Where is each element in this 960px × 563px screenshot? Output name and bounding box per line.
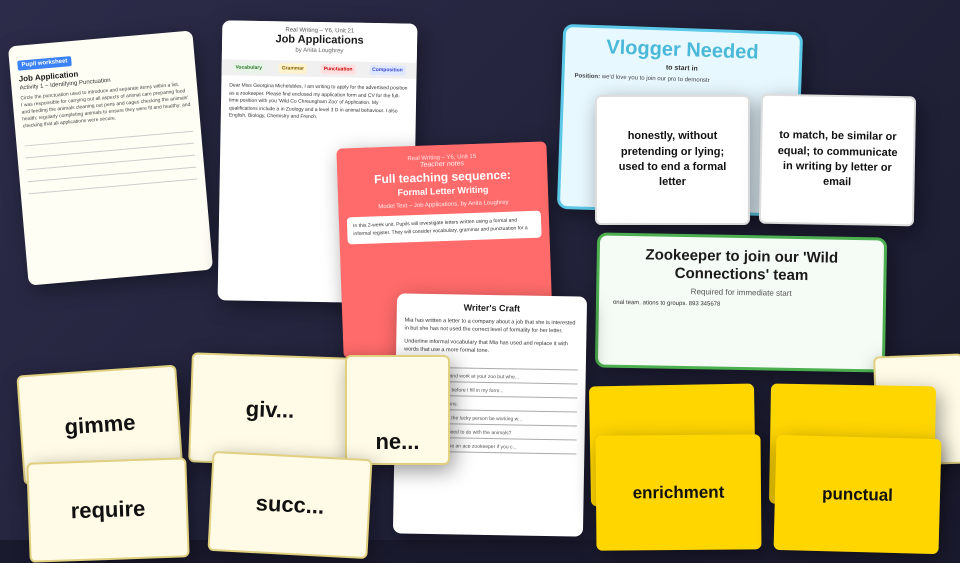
gimme-text: gimme — [64, 410, 137, 441]
card-enrichment[interactable]: enrichment — [596, 434, 762, 550]
card-ne[interactable]: ne... — [345, 355, 450, 465]
zookeeper-title: Zookeeper to join our 'Wild Connections'… — [613, 246, 870, 286]
wc-intro: Mia has written a letter to a company ab… — [404, 316, 578, 336]
tn-body: In this 2-week unit, Pupils will investi… — [347, 211, 542, 245]
card-give[interactable]: giv... — [188, 352, 352, 468]
card-worksheet[interactable]: Pupil worksheet Job Application Activity… — [8, 30, 213, 285]
scene: Pupil worksheet Job Application Activity… — [0, 0, 960, 540]
rw-tab-vocabulary[interactable]: Vocabulary — [232, 63, 265, 74]
card-succ[interactable]: succ... — [207, 451, 372, 559]
wc-instruction: Underline informal vocabulary that Mia h… — [404, 337, 578, 357]
zookeeper-body: onal team. ations to groups. 893 345678 — [613, 299, 869, 312]
succ-text: succ... — [255, 490, 325, 520]
card-honestly[interactable]: honestly, without pretending or lying; u… — [595, 95, 750, 225]
tn-header: Real Writing – Y6, Unit 15 Teacher notes… — [336, 141, 548, 217]
tn-model: Model Text – Job Applications, by Anita … — [350, 199, 536, 211]
zookeeper-subtitle: Required for immediate start — [613, 286, 869, 299]
honestly-text: honestly, without pretending or lying; u… — [607, 129, 738, 191]
rw-tabs: Vocabulary Grammar Punctuation Compositi… — [221, 60, 416, 79]
rw-tab-grammar[interactable]: Grammar — [279, 63, 307, 73]
ne-text: ne... — [375, 429, 419, 455]
rw-body: Dear Miss Georgina Michelubles, I am wri… — [221, 78, 417, 127]
card-require[interactable]: require — [26, 457, 189, 563]
vlogger-body: Position: we'd love you to join our pro … — [574, 72, 788, 88]
card-tomatch[interactable]: to match, be similar or equal; to commun… — [759, 94, 916, 227]
card-punctual[interactable]: punctual — [774, 435, 942, 554]
rw-tab-punctuation[interactable]: Punctuation — [321, 64, 356, 75]
wc-title: Writer's Craft — [405, 301, 579, 314]
vlogger-position-label: Position: — [574, 73, 600, 80]
rw-header: Real Writing – Y6, Unit 21 Job Applicati… — [222, 20, 418, 60]
enrichment-text: enrichment — [633, 482, 725, 503]
card-zookeeper[interactable]: Zookeeper to join our 'Wild Connections'… — [595, 232, 887, 372]
zookeeper-phone: 893 345678 — [689, 301, 721, 308]
rw-tab-composition[interactable]: Composition — [369, 65, 406, 76]
punctual-text: punctual — [822, 484, 893, 506]
give-text: giv... — [245, 396, 294, 424]
require-text: require — [70, 496, 145, 525]
tomatch-text: to match, be similar or equal; to commun… — [771, 128, 903, 192]
vlogger-position-text: we'd love you to join our pro to demonst… — [602, 74, 710, 84]
vlogger-title: Vlogger Needed — [575, 35, 790, 64]
zookeeper-body-text: onal team. ations to groups. — [613, 300, 687, 307]
worksheet-header: Pupil worksheet — [17, 56, 72, 71]
